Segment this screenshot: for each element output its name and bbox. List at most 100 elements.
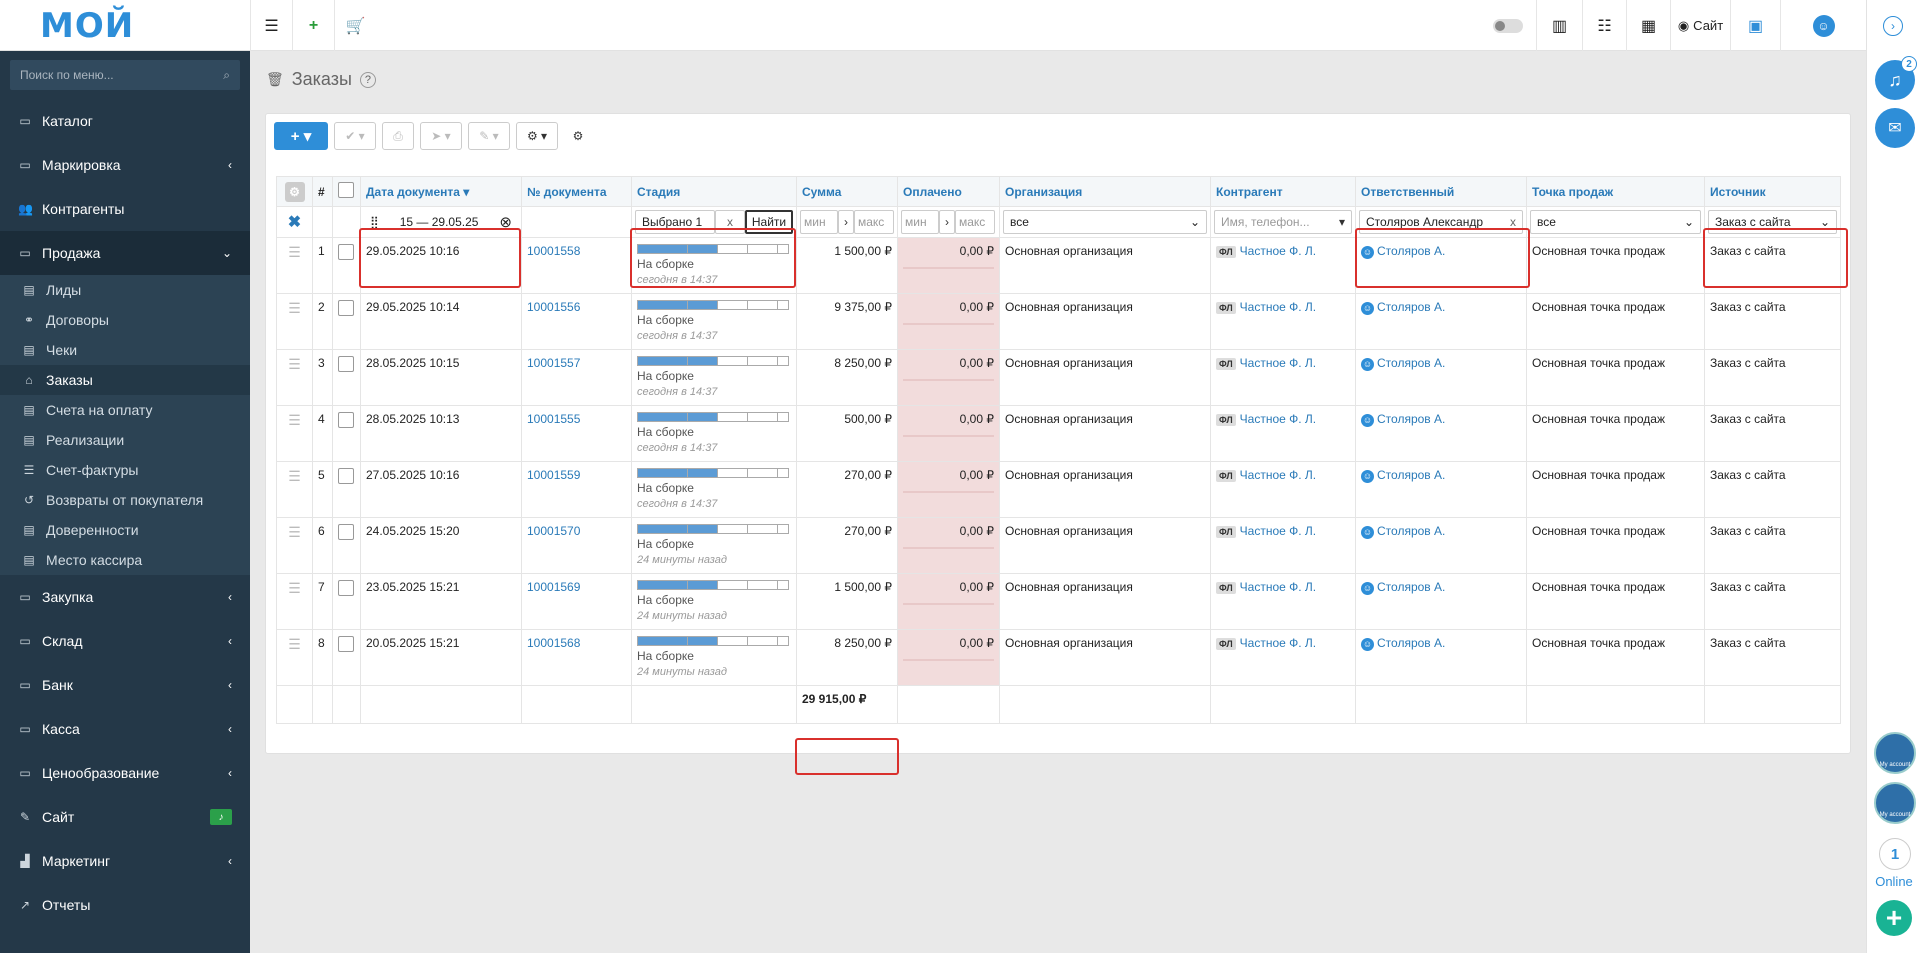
- sidebar-item-returns[interactable]: ↺ Возвраты от покупателя: [0, 485, 250, 515]
- responsible-link[interactable]: Столяров А.: [1377, 412, 1445, 426]
- row-responsible[interactable]: ☺ Столяров А.: [1355, 573, 1527, 630]
- date-filter[interactable]: ⣿ 15 — 29.05.25 ⊗: [360, 206, 522, 238]
- find-button[interactable]: Найти: [745, 210, 793, 234]
- drag-handle[interactable]: ☰: [276, 293, 313, 350]
- sidebar-item-cash[interactable]: ▭ Касса ‹: [0, 707, 250, 751]
- header-stage[interactable]: Стадия: [631, 176, 797, 207]
- sum-max-input[interactable]: макс: [854, 210, 894, 234]
- attach-button[interactable]: ✎ ▾: [468, 122, 510, 150]
- sidebar-item-contractors[interactable]: 👥 Контрагенты: [0, 187, 250, 231]
- add-dropdown-button[interactable]: + ▾: [274, 122, 328, 150]
- clear-circle-icon[interactable]: ⊗: [499, 213, 512, 231]
- table-row[interactable]: ☰ 8 20.05.2025 15:21 10001568 На сборке 24 ми…: [276, 629, 1841, 686]
- sidebar-item-powers-of-attorney[interactable]: ▤ Доверенности: [0, 515, 250, 545]
- user-avatar-button[interactable]: ☺: [1780, 0, 1866, 51]
- drag-handle[interactable]: ☰: [276, 405, 313, 462]
- responsible-link[interactable]: Столяров А.: [1377, 524, 1445, 538]
- row-checkbox[interactable]: [338, 636, 354, 652]
- sidebar-item-reports[interactable]: ↗ Отчеты: [0, 883, 250, 927]
- table-row[interactable]: ☰ 2 29.05.2025 10:14 10001556 На сборке сегод…: [276, 293, 1841, 350]
- responsible-link[interactable]: Столяров А.: [1377, 468, 1445, 482]
- responsible-filter[interactable]: Столяров Александр x: [1355, 206, 1527, 238]
- contractor-link[interactable]: Частное Ф. Л.: [1240, 468, 1316, 482]
- sidebar-item-leads[interactable]: ▤ Лиды: [0, 275, 250, 305]
- sidebar-item-sales[interactable]: ▭ Продажа ⌄: [0, 231, 250, 275]
- sidebar-item-pricing[interactable]: ▭ Ценообразование ‹: [0, 751, 250, 795]
- row-contractor[interactable]: ФЛ Частное Ф. Л.: [1210, 517, 1356, 574]
- paid-filter[interactable]: мин › макс: [897, 206, 1000, 238]
- doc-number-link[interactable]: 10001557: [527, 356, 580, 370]
- sum-min-input[interactable]: мин: [800, 210, 838, 234]
- table-row[interactable]: ☰ 7 23.05.2025 15:21 10001569 На сборке 24 ми…: [276, 573, 1841, 630]
- menu-search-input[interactable]: Поиск по меню... ⌕: [10, 60, 240, 90]
- responsible-link[interactable]: Столяров А.: [1377, 580, 1445, 594]
- row-checkbox[interactable]: [338, 412, 354, 428]
- site-button[interactable]: ◉ Сайт: [1670, 0, 1730, 51]
- app-logo[interactable]: МОЙ БИЗНЕС 2: [0, 0, 250, 90]
- print-icon[interactable]: ⎙: [382, 122, 414, 150]
- row-responsible[interactable]: ☺ Столяров А.: [1355, 629, 1527, 686]
- expand-icon[interactable]: ›: [1883, 16, 1903, 36]
- table-row[interactable]: ☰ 5 27.05.2025 10:16 10001559 На сборке сегод…: [276, 461, 1841, 518]
- approve-button[interactable]: ✔ ▾: [334, 122, 376, 150]
- contractor-input[interactable]: Имя, телефон...: [1221, 215, 1310, 229]
- header-organization[interactable]: Организация: [999, 176, 1211, 207]
- add-icon[interactable]: +: [292, 0, 334, 51]
- row-stage[interactable]: На сборке 24 минуты назад: [631, 517, 797, 574]
- row-stage[interactable]: На сборке сегодня в 14:37: [631, 405, 797, 462]
- drag-handle[interactable]: ☰: [276, 237, 313, 294]
- contractor-link[interactable]: Частное Ф. Л.: [1240, 356, 1316, 370]
- server-icon[interactable]: ☷: [1582, 0, 1626, 51]
- paid-max-input[interactable]: макс: [955, 210, 995, 234]
- cashier-icon[interactable]: ▣: [1730, 0, 1780, 51]
- row-select[interactable]: [332, 237, 361, 294]
- contractor-link[interactable]: Частное Ф. Л.: [1240, 580, 1316, 594]
- column-settings[interactable]: ⚙: [276, 176, 313, 207]
- row-stage[interactable]: На сборке 24 минуты назад: [631, 629, 797, 686]
- doc-number-link[interactable]: 10001556: [527, 300, 580, 314]
- row-responsible[interactable]: ☺ Столяров А.: [1355, 349, 1527, 406]
- doc-number-link[interactable]: 10001558: [527, 244, 580, 258]
- doc-number-link[interactable]: 10001568: [527, 636, 580, 650]
- table-row[interactable]: ☰ 1 29.05.2025 10:16 10001558 На сборке сегод…: [276, 237, 1841, 294]
- contractor-link[interactable]: Частное Ф. Л.: [1240, 244, 1316, 258]
- menu-toggle-icon[interactable]: ☰: [250, 0, 292, 51]
- drag-handle[interactable]: ☰: [276, 517, 313, 574]
- responsible-link[interactable]: Столяров А.: [1377, 636, 1445, 650]
- gears-icon[interactable]: ⚙: [564, 122, 592, 150]
- row-contractor[interactable]: ФЛ Частное Ф. Л.: [1210, 405, 1356, 462]
- row-responsible[interactable]: ☺ Столяров А.: [1355, 517, 1527, 574]
- sidebar-item-purchase[interactable]: ▭ Закупка ‹: [0, 575, 250, 619]
- help-icon[interactable]: ?: [359, 71, 376, 88]
- row-checkbox[interactable]: [338, 580, 354, 596]
- row-contractor[interactable]: ФЛ Частное Ф. Л.: [1210, 293, 1356, 350]
- sidebar-item-catalog[interactable]: ▭ Каталог: [0, 99, 250, 143]
- doc-number-filter[interactable]: [521, 206, 632, 238]
- sum-filter[interactable]: мин › макс: [796, 206, 898, 238]
- sidebar-item-warehouse[interactable]: ▭ Склад ‹: [0, 619, 250, 663]
- drag-handle[interactable]: ☰: [276, 629, 313, 686]
- responsible-link[interactable]: Столяров А.: [1377, 300, 1445, 314]
- account-avatar-1[interactable]: My account: [1874, 732, 1916, 774]
- row-stage[interactable]: На сборке сегодня в 14:37: [631, 349, 797, 406]
- row-select[interactable]: [332, 629, 361, 686]
- row-contractor[interactable]: ФЛ Частное Ф. Л.: [1210, 573, 1356, 630]
- row-responsible[interactable]: ☺ Столяров А.: [1355, 405, 1527, 462]
- contractor-link[interactable]: Частное Ф. Л.: [1240, 300, 1316, 314]
- header-responsible[interactable]: Ответственный: [1355, 176, 1527, 207]
- row-checkbox[interactable]: [338, 300, 354, 316]
- point-filter[interactable]: все ⌄: [1526, 206, 1705, 238]
- row-select[interactable]: [332, 293, 361, 350]
- drag-handle[interactable]: ☰: [276, 461, 313, 518]
- plus-chat-icon[interactable]: +: [1876, 900, 1912, 936]
- header-date[interactable]: Дата документа ▾: [360, 176, 522, 207]
- row-responsible[interactable]: ☺ Столяров А.: [1355, 293, 1527, 350]
- barcode-icon[interactable]: ▥: [1536, 0, 1582, 51]
- contractor-link[interactable]: Частное Ф. Л.: [1240, 636, 1316, 650]
- sidebar-item-contracts[interactable]: ⚭ Договоры: [0, 305, 250, 335]
- clear-filters-icon[interactable]: ✖: [276, 206, 313, 238]
- drag-handle[interactable]: ☰: [276, 573, 313, 630]
- responsible-clear-button[interactable]: x: [1510, 215, 1516, 229]
- header-paid[interactable]: Оплачено: [897, 176, 1000, 207]
- row-responsible[interactable]: ☺ Столяров А.: [1355, 237, 1527, 294]
